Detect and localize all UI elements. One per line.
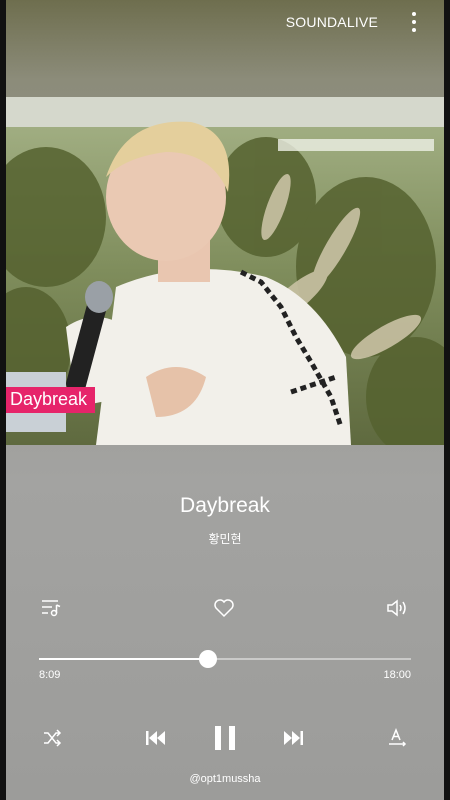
shuffle-icon[interactable]: [42, 729, 62, 747]
pause-icon[interactable]: [213, 725, 237, 751]
total-time: 18:00: [383, 669, 411, 681]
video-thumbnail[interactable]: Daybreak: [6, 97, 444, 445]
lyrics-icon[interactable]: [388, 728, 408, 748]
uploader-handle: @opt1mussha: [189, 773, 261, 785]
progress-fill: [39, 658, 208, 660]
track-title: Daybreak: [180, 494, 270, 517]
playlist-icon[interactable]: [40, 598, 62, 618]
progress-thumb[interactable]: [198, 650, 217, 668]
more-options-icon[interactable]: [408, 12, 420, 32]
video-title-tag: Daybreak: [6, 387, 96, 413]
previous-icon[interactable]: [145, 729, 167, 747]
next-icon[interactable]: [282, 729, 304, 747]
player-screen: SOUNDALIVE Daybreak Daybreak 황민현 8:09 18…: [0, 0, 450, 800]
right-border: [444, 0, 450, 800]
heart-icon[interactable]: [213, 598, 235, 618]
current-time: 8:09: [39, 669, 61, 681]
track-artist: 황민현: [208, 532, 242, 546]
volume-icon[interactable]: [386, 598, 410, 618]
soundalive-button[interactable]: SOUNDALIVE: [286, 14, 378, 30]
progress-bar[interactable]: [39, 650, 411, 668]
top-bar: SOUNDALIVE: [6, 0, 444, 44]
